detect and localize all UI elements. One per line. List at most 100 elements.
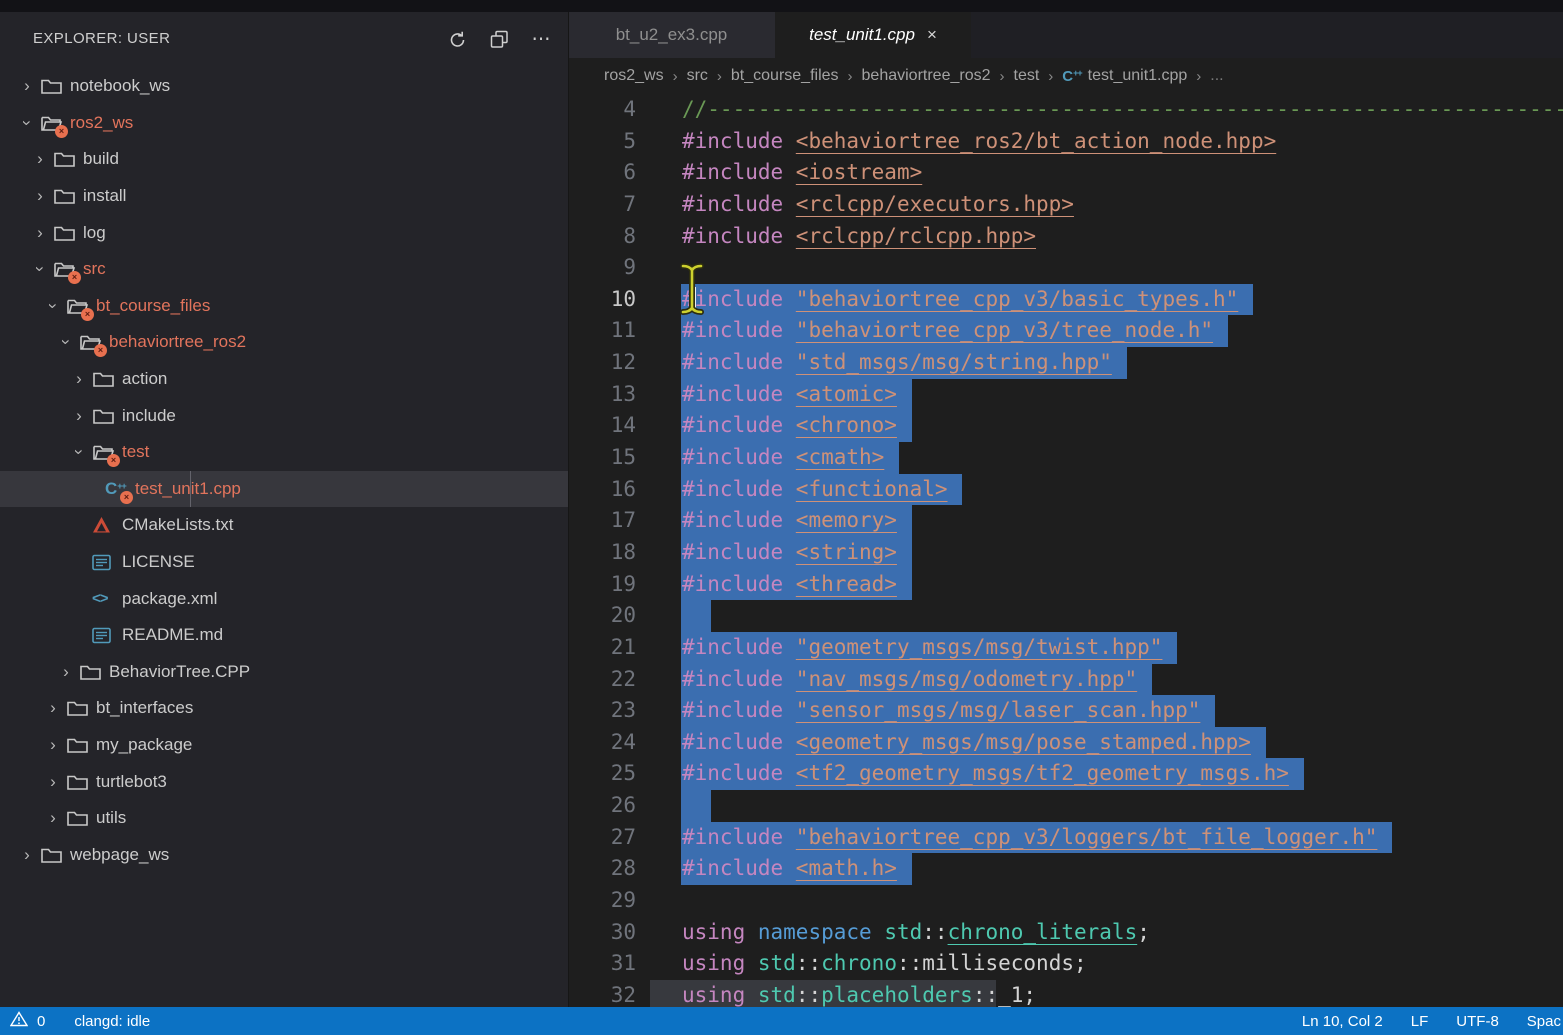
tree-item-my_package[interactable]: ›my_package xyxy=(0,727,568,764)
code-line-10[interactable]: 10#include "behaviortree_cpp_v3/basic_ty… xyxy=(568,284,1563,316)
code-line-26[interactable]: 26 xyxy=(568,790,1563,822)
tree-item-src[interactable]: ›×src xyxy=(0,251,568,288)
collapse-folders-icon[interactable] xyxy=(486,26,512,52)
line-number[interactable]: 8 xyxy=(568,221,636,253)
tree-item-action[interactable]: ›action xyxy=(0,361,568,398)
line-number[interactable]: 13 xyxy=(568,379,636,411)
code-line-5[interactable]: 5#include <behaviortree_ros2/bt_action_n… xyxy=(568,126,1563,158)
code-line-29[interactable]: 29 xyxy=(568,885,1563,917)
tree-item-README.md[interactable]: README.md xyxy=(0,617,568,654)
code-line-30[interactable]: 30using namespace std::chrono_literals; xyxy=(568,917,1563,949)
chevron-right-icon[interactable]: › xyxy=(66,369,92,389)
chevron-right-icon[interactable]: › xyxy=(27,186,53,206)
line-number[interactable]: 25 xyxy=(568,758,636,790)
line-number[interactable]: 22 xyxy=(568,664,636,696)
chevron-down-icon[interactable]: › xyxy=(69,439,89,465)
close-icon[interactable]: × xyxy=(927,25,937,45)
chevron-right-icon[interactable]: › xyxy=(40,772,66,792)
chevron-down-icon[interactable]: › xyxy=(17,110,37,136)
line-number[interactable]: 29 xyxy=(568,885,636,917)
line-number[interactable]: 17 xyxy=(568,505,636,537)
line-number[interactable]: 11 xyxy=(568,315,636,347)
breadcrumb-item-behaviortree_ros2[interactable]: behaviortree_ros2 xyxy=(862,67,991,85)
code-line-9[interactable]: 9 xyxy=(568,252,1563,284)
code-line-25[interactable]: 25#include <tf2_geometry_msgs/tf2_geomet… xyxy=(568,758,1563,790)
line-number[interactable]: 30 xyxy=(568,917,636,949)
chevron-right-icon[interactable]: › xyxy=(40,735,66,755)
code-line-18[interactable]: 18#include <string> xyxy=(568,537,1563,569)
refresh-icon[interactable] xyxy=(444,26,470,52)
chevron-down-icon[interactable]: › xyxy=(30,256,50,282)
tree-item-test_unit1.cpp[interactable]: C++×test_unit1.cpp xyxy=(0,471,568,508)
code-line-4[interactable]: 4//-------------------------------------… xyxy=(568,94,1563,126)
tree-item-CMakeLists.txt[interactable]: CMakeLists.txt xyxy=(0,507,568,544)
chevron-down-icon[interactable]: › xyxy=(56,329,76,355)
line-number[interactable]: 24 xyxy=(568,727,636,759)
tree-item-behaviortree_ros2[interactable]: ›×behaviortree_ros2 xyxy=(0,324,568,361)
line-number[interactable]: 5 xyxy=(568,126,636,158)
code-line-8[interactable]: 8#include <rclcpp/rclcpp.hpp> xyxy=(568,221,1563,253)
code-line-17[interactable]: 17#include <memory> xyxy=(568,505,1563,537)
code-line-13[interactable]: 13#include <atomic> xyxy=(568,379,1563,411)
tree-item-package.xml[interactable]: <>package.xml xyxy=(0,580,568,617)
tree-item-turtlebot3[interactable]: ›turtlebot3 xyxy=(0,763,568,800)
code-line-22[interactable]: 22#include "nav_msgs/msg/odometry.hpp" xyxy=(568,664,1563,696)
tree-item-bt_interfaces[interactable]: ›bt_interfaces xyxy=(0,690,568,727)
line-number[interactable]: 28 xyxy=(568,853,636,885)
line-number[interactable]: 27 xyxy=(568,822,636,854)
chevron-down-icon[interactable]: › xyxy=(43,293,63,319)
chevron-right-icon[interactable]: › xyxy=(66,406,92,426)
status-spac[interactable]: Spac xyxy=(1527,1013,1561,1030)
breadcrumb-item-test[interactable]: test xyxy=(1014,67,1040,85)
tree-item-install[interactable]: ›install xyxy=(0,178,568,215)
chevron-right-icon[interactable]: › xyxy=(14,845,40,865)
code-line-20[interactable]: 20 xyxy=(568,600,1563,632)
code-line-11[interactable]: 11#include "behaviortree_cpp_v3/tree_nod… xyxy=(568,315,1563,347)
line-number[interactable]: 19 xyxy=(568,569,636,601)
code-line-28[interactable]: 28#include <math.h> xyxy=(568,853,1563,885)
tree-item-test[interactable]: ›×test xyxy=(0,434,568,471)
status-ln-10-col-2[interactable]: Ln 10, Col 2 xyxy=(1302,1013,1383,1030)
code-line-24[interactable]: 24#include <geometry_msgs/msg/pose_stamp… xyxy=(568,727,1563,759)
line-number[interactable]: 32 xyxy=(568,980,636,1007)
line-number[interactable]: 21 xyxy=(568,632,636,664)
line-number[interactable]: 31 xyxy=(568,948,636,980)
tree-item-utils[interactable]: ›utils xyxy=(0,800,568,837)
code-line-32[interactable]: 32using std::placeholders::_1; xyxy=(568,980,1563,1007)
line-number[interactable]: 16 xyxy=(568,474,636,506)
tree-item-notebook_ws[interactable]: ›notebook_ws xyxy=(0,68,568,105)
tree-item-BehaviorTree.CPP[interactable]: ›BehaviorTree.CPP xyxy=(0,654,568,691)
line-number[interactable]: 9 xyxy=(568,252,636,284)
line-number[interactable]: 26 xyxy=(568,790,636,822)
code-line-12[interactable]: 12#include "std_msgs/msg/string.hpp" xyxy=(568,347,1563,379)
tree-item-bt_course_files[interactable]: ›×bt_course_files xyxy=(0,288,568,325)
breadcrumb-item-bt_course_files[interactable]: bt_course_files xyxy=(731,67,839,85)
tree-item-include[interactable]: ›include xyxy=(0,397,568,434)
line-number[interactable]: 15 xyxy=(568,442,636,474)
code-line-27[interactable]: 27#include "behaviortree_cpp_v3/loggers/… xyxy=(568,822,1563,854)
code-line-31[interactable]: 31using std::chrono::milliseconds; xyxy=(568,948,1563,980)
line-number[interactable]: 12 xyxy=(568,347,636,379)
code-line-6[interactable]: 6#include <iostream> xyxy=(568,157,1563,189)
line-number[interactable]: 14 xyxy=(568,410,636,442)
line-number[interactable]: 23 xyxy=(568,695,636,727)
line-number[interactable]: 7 xyxy=(568,189,636,221)
code-line-23[interactable]: 23#include "sensor_msgs/msg/laser_scan.h… xyxy=(568,695,1563,727)
status-utf-8[interactable]: UTF-8 xyxy=(1456,1013,1499,1030)
problems-count[interactable]: 0 xyxy=(37,1013,45,1030)
breadcrumb-item-src[interactable]: src xyxy=(687,67,708,85)
chevron-right-icon[interactable]: › xyxy=(40,698,66,718)
chevron-right-icon[interactable]: › xyxy=(27,223,53,243)
code-line-16[interactable]: 16#include <functional> xyxy=(568,474,1563,506)
line-number[interactable]: 18 xyxy=(568,537,636,569)
tree-item-log[interactable]: ›log xyxy=(0,214,568,251)
tree-item-build[interactable]: ›build xyxy=(0,141,568,178)
line-number[interactable]: 6 xyxy=(568,157,636,189)
chevron-right-icon[interactable]: › xyxy=(53,662,79,682)
line-number[interactable]: 4 xyxy=(568,94,636,126)
chevron-right-icon[interactable]: › xyxy=(14,76,40,96)
code-editor[interactable]: 4//-------------------------------------… xyxy=(568,94,1563,1007)
clangd-status[interactable]: clangd: idle xyxy=(74,1013,150,1030)
chevron-right-icon[interactable]: › xyxy=(27,149,53,169)
line-number[interactable]: 10 xyxy=(568,284,636,316)
